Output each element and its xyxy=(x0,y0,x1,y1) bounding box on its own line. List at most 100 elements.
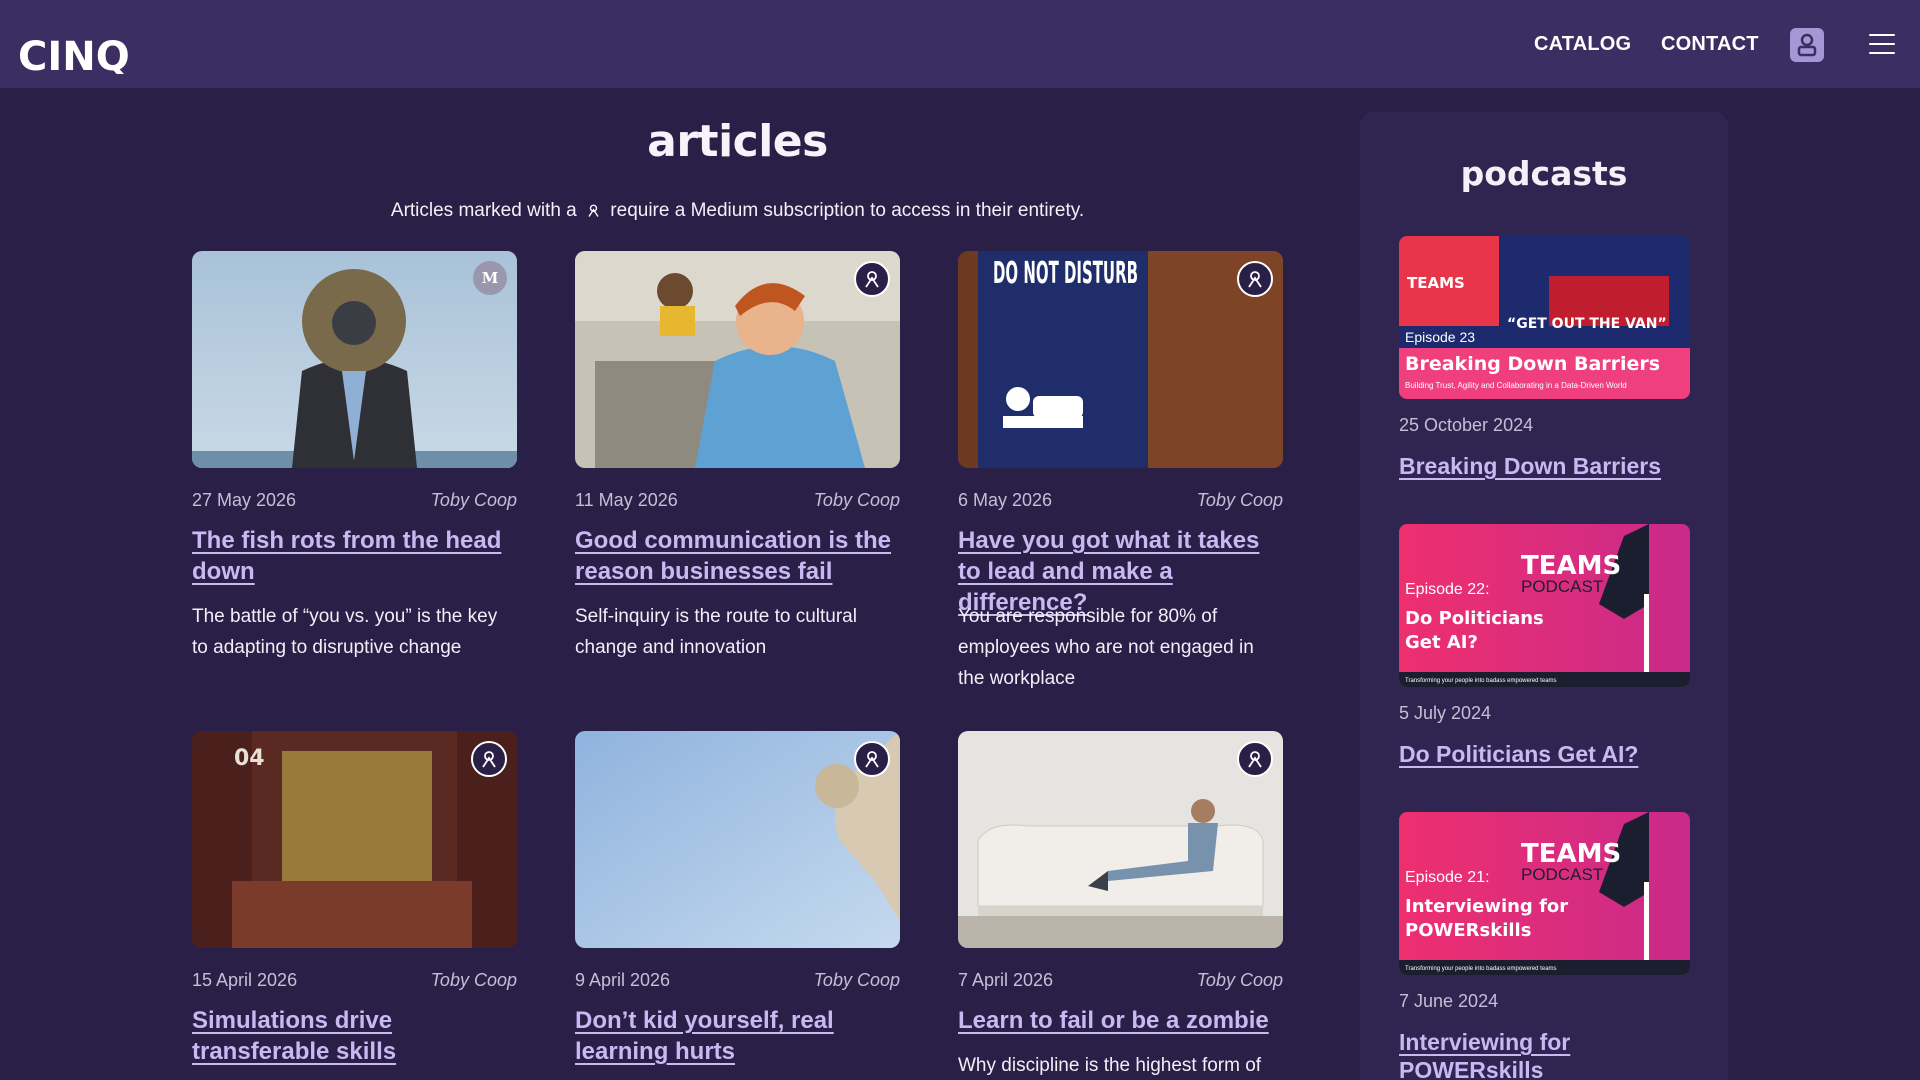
medium-member-badge xyxy=(471,741,507,777)
article-meta: 9 April 2026 Toby Coop xyxy=(575,968,900,992)
article-card[interactable]: 9 April 2026 Toby Coop Don’t kid yoursel… xyxy=(575,731,900,1065)
article-description: Why discipline is the highest form of xyxy=(958,1055,1262,1076)
podcasts-panel: podcasts TEAMS Episode 23 “GET OUT THE V… xyxy=(1360,112,1728,1080)
article-date: 11 May 2026 xyxy=(575,490,678,510)
article-meta: 27 May 2026 Toby Coop xyxy=(192,488,517,512)
cinq-logo[interactable]: CINQ xyxy=(18,14,128,74)
svg-text:Transforming your people into: Transforming your people into badass emp… xyxy=(1405,966,1557,972)
hamburger-menu-button[interactable] xyxy=(1869,34,1895,56)
user-icon xyxy=(1797,33,1817,57)
article-date: 6 May 2026 xyxy=(958,490,1053,510)
svg-text:Building Trust, Agility and Co: Building Trust, Agility and Collaboratin… xyxy=(1405,381,1627,390)
podcast-card[interactable]: TEAMS PODCAST Episode 22: Do Politicians… xyxy=(1399,524,1690,767)
do-not-disturb-sign-image: DO NOT DISTURB xyxy=(958,251,1283,468)
medium-member-badge xyxy=(854,741,890,777)
logo-text: CINQ xyxy=(18,34,128,74)
article-thumbnail[interactable]: DO NOT DISTURB xyxy=(958,251,1283,468)
medium-member-icon xyxy=(482,751,496,768)
post-it-room-image: 04 xyxy=(192,731,517,948)
svg-text:Episode 21:: Episode 21: xyxy=(1405,869,1490,886)
article-date: 27 May 2026 xyxy=(192,490,297,510)
svg-text:Episode 22:: Episode 22: xyxy=(1405,581,1490,598)
podcast-card[interactable]: TEAMS Episode 23 “GET OUT THE VAN” Break… xyxy=(1399,236,1690,479)
image-caption: DO NOT DISTURB xyxy=(993,256,1138,291)
svg-text:Get AI?: Get AI? xyxy=(1405,632,1478,653)
article-author: Toby Coop xyxy=(813,490,900,510)
article-title-link[interactable]: Simulations drive transferable skills xyxy=(192,1005,517,1067)
article-card[interactable]: DO NOT DISTURB 6 May 2026 Toby Coop Have… xyxy=(958,251,1283,689)
medium-member-badge xyxy=(854,261,890,297)
user-account-button[interactable] xyxy=(1790,28,1824,62)
article-thumbnail[interactable] xyxy=(958,731,1283,948)
article-thumbnail[interactable] xyxy=(575,731,900,948)
medium-member-icon xyxy=(865,271,879,288)
medium-member-icon xyxy=(865,751,879,768)
article-card[interactable]: 04 15 April 2026 Toby Coop Simulations d… xyxy=(192,731,517,1065)
hamburger-icon xyxy=(1869,34,1895,36)
episode-23-artwork: TEAMS Episode 23 “GET OUT THE VAN” Break… xyxy=(1399,236,1690,399)
articles-heading: articles xyxy=(647,116,828,167)
nav-contact-link[interactable]: CONTACT xyxy=(1661,30,1759,58)
image-caption: 04 xyxy=(234,746,265,771)
article-meta: 6 May 2026 Toby Coop xyxy=(958,488,1283,512)
medium-member-badge xyxy=(1237,741,1273,777)
medium-member-badge xyxy=(1237,261,1273,297)
man-on-sofa-image xyxy=(958,731,1283,948)
article-date: 9 April 2026 xyxy=(575,970,671,990)
svg-text:POWERskills: POWERskills xyxy=(1405,920,1531,941)
article-title-link[interactable]: Learn to fail or be a zombie xyxy=(958,1005,1283,1036)
podcasts-heading: podcasts xyxy=(1460,154,1628,193)
article-description: Self-inquiry is the route to cultural ch… xyxy=(575,606,857,658)
article-meta: 11 May 2026 Toby Coop xyxy=(575,488,900,512)
top-navigation-bar: CINQ CATALOG CONTACT xyxy=(0,0,1920,88)
article-description: You are responsible for 80% of employees… xyxy=(958,606,1254,689)
thinker-statue-sky-image xyxy=(575,731,900,948)
nav-catalog-link[interactable]: CATALOG xyxy=(1534,30,1631,58)
podcast-thumbnail[interactable]: TEAMS Episode 23 “GET OUT THE VAN” Break… xyxy=(1399,236,1690,399)
svg-text:Do Politicians: Do Politicians xyxy=(1405,608,1544,629)
article-card[interactable]: 11 May 2026 Toby Coop Good communication… xyxy=(575,251,900,658)
svg-text:Episode 23: Episode 23 xyxy=(1405,329,1475,345)
article-card[interactable]: M 27 May 2026 Toby Coop The fish rots fr… xyxy=(192,251,517,658)
svg-text:PODCAST: PODCAST xyxy=(1521,865,1603,884)
diver-helmet-image xyxy=(192,251,517,468)
article-thumbnail[interactable] xyxy=(575,251,900,468)
episode-22-artwork: TEAMS PODCAST Episode 22: Do Politicians… xyxy=(1399,524,1690,687)
podcast-thumbnail[interactable]: TEAMS PODCAST Episode 21: Interviewing f… xyxy=(1399,812,1690,975)
podcast-date: 7 June 2024 xyxy=(1399,991,1499,1011)
svg-text:TEAMS: TEAMS xyxy=(1407,274,1465,292)
podcast-title-link[interactable]: Do Politicians Get AI? xyxy=(1399,740,1690,768)
svg-text:PODCAST: PODCAST xyxy=(1521,577,1603,596)
episode-21-artwork: TEAMS PODCAST Episode 21: Interviewing f… xyxy=(1399,812,1690,975)
article-author: Toby Coop xyxy=(1196,490,1283,510)
article-thumbnail[interactable]: 04 xyxy=(192,731,517,948)
article-title-link[interactable]: Don’t kid yourself, real learning hurts xyxy=(575,1005,900,1067)
article-meta: 7 April 2026 Toby Coop xyxy=(958,968,1283,992)
article-meta: 15 April 2026 Toby Coop xyxy=(192,968,517,992)
article-author: Toby Coop xyxy=(813,970,900,990)
medium-badge: M xyxy=(473,261,507,295)
medium-member-icon xyxy=(1248,271,1262,288)
svg-text:“GET OUT THE VAN”: “GET OUT THE VAN” xyxy=(1507,316,1667,332)
podcast-thumbnail[interactable]: TEAMS PODCAST Episode 22: Do Politicians… xyxy=(1399,524,1690,687)
call-center-illustration xyxy=(575,251,900,468)
podcast-card[interactable]: TEAMS PODCAST Episode 21: Interviewing f… xyxy=(1399,812,1690,1080)
article-card[interactable]: 7 April 2026 Toby Coop Learn to fail or … xyxy=(958,731,1283,1076)
article-author: Toby Coop xyxy=(430,970,517,990)
article-date: 7 April 2026 xyxy=(958,970,1054,990)
medium-member-icon xyxy=(1248,751,1262,768)
article-author: Toby Coop xyxy=(1196,970,1283,990)
podcast-date: 5 July 2024 xyxy=(1399,703,1492,723)
article-thumbnail[interactable]: M xyxy=(192,251,517,468)
article-title-link[interactable]: Good communication is the reason busines… xyxy=(575,525,900,587)
article-title-link[interactable]: The fish rots from the head down xyxy=(192,525,517,587)
medium-member-icon xyxy=(588,204,599,217)
article-date: 15 April 2026 xyxy=(192,970,298,990)
podcast-title-link[interactable]: Interviewing for POWERskills xyxy=(1399,1028,1690,1080)
svg-text:Breaking Down Barriers: Breaking Down Barriers xyxy=(1405,353,1660,375)
svg-text:Interviewing for: Interviewing for xyxy=(1405,896,1568,917)
podcast-title-link[interactable]: Breaking Down Barriers xyxy=(1399,452,1690,480)
articles-intro: Articles marked with a require a Medium … xyxy=(390,200,1085,221)
podcast-date: 25 October 2024 xyxy=(1399,415,1534,435)
svg-text:Transforming your people into: Transforming your people into badass emp… xyxy=(1405,678,1557,684)
